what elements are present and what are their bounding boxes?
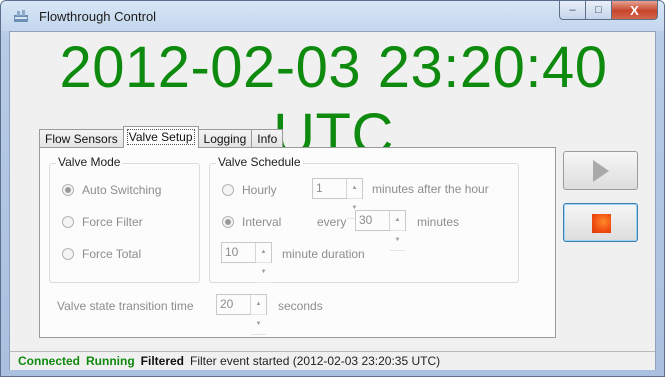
status-running: Running [86, 354, 135, 368]
hourly-minute-spinner[interactable]: 1 ▲ ▼ [312, 178, 363, 219]
tab-label: Valve Setup [126, 129, 195, 145]
spin-down-icon[interactable]: ▼ [390, 231, 405, 251]
duration-suffix: minute duration [282, 247, 365, 261]
title-bar[interactable]: Flowthrough Control – □ X [1, 1, 664, 31]
caption-buttons: – □ X [559, 1, 658, 21]
hourly-suffix: minutes after the hour [372, 182, 489, 196]
tab-label: Info [257, 132, 278, 146]
spinner-arrows[interactable]: ▲ ▼ [389, 211, 405, 251]
radio-label: Auto Switching [82, 183, 162, 197]
spinner-arrows[interactable]: ▲ ▼ [255, 243, 271, 283]
spinner-value: 30 [359, 213, 373, 227]
tab-info[interactable]: Info [251, 129, 284, 148]
force-total-radio[interactable]: Force Total [62, 247, 141, 261]
tab-label: Logging [203, 132, 247, 146]
spinner-value: 10 [225, 245, 239, 259]
status-connected: Connected [18, 354, 81, 368]
spin-down-icon[interactable]: ▼ [256, 263, 271, 283]
radio-label: Hourly [242, 183, 277, 197]
tab-logging[interactable]: Logging [197, 129, 253, 148]
radio-indicator [62, 248, 74, 260]
spin-up-icon[interactable]: ▲ [256, 243, 271, 263]
interval-suffix: minutes [417, 215, 460, 229]
valve-schedule-title: Valve Schedule [216, 155, 303, 169]
spinner-arrows[interactable]: ▲ ▼ [346, 179, 362, 219]
spinner-value: 20 [220, 297, 234, 311]
status-mode: Filtered [140, 354, 185, 368]
play-icon [593, 160, 609, 182]
radio-indicator [222, 216, 234, 228]
app-icon [14, 10, 28, 22]
tab-flow-sensors[interactable]: Flow Sensors [39, 129, 124, 148]
valve-mode-group: Valve Mode Auto Switching Force Filter F… [49, 155, 200, 283]
status-bar: Connected Running Filtered Filter event … [10, 351, 655, 370]
valve-setup-panel: Valve Mode Auto Switching Force Filter F… [39, 147, 556, 338]
window-title: Flowthrough Control [39, 9, 157, 24]
force-filter-radio[interactable]: Force Filter [62, 215, 143, 229]
spin-up-icon[interactable]: ▲ [390, 211, 405, 231]
radio-label: Interval [242, 215, 282, 229]
spinner-value: 1 [316, 181, 323, 195]
radio-indicator [222, 184, 234, 196]
spinner-arrows[interactable]: ▲ ▼ [250, 295, 266, 335]
minimize-button[interactable]: – [559, 1, 586, 20]
spin-up-icon[interactable]: ▲ [347, 179, 362, 199]
interval-spinner[interactable]: 30 ▲ ▼ [355, 210, 406, 251]
transition-suffix: seconds [278, 299, 323, 313]
valve-schedule-group: Valve Schedule Hourly 1 ▲ ▼ minutes afte… [209, 155, 519, 283]
radio-indicator [62, 184, 74, 196]
duration-spinner[interactable]: 10 ▲ ▼ [221, 242, 272, 283]
interval-radio[interactable]: Interval [222, 215, 281, 229]
stop-button[interactable] [563, 203, 638, 242]
app-window: Flowthrough Control – □ X 2012-02-03 23:… [0, 0, 665, 377]
auto-switching-radio[interactable]: Auto Switching [62, 183, 161, 197]
client-area: 2012-02-03 23:20:40 UTC Flow Sensors Val… [9, 31, 656, 370]
status-message: Filter event started (2012-02-03 23:20:3… [190, 354, 441, 368]
maximize-button[interactable]: □ [586, 1, 612, 20]
interval-prefix: every [317, 215, 347, 229]
radio-indicator [62, 216, 74, 228]
tab-valve-setup[interactable]: Valve Setup [122, 126, 199, 148]
spin-up-icon[interactable]: ▲ [251, 295, 266, 315]
valve-mode-title: Valve Mode [56, 155, 123, 169]
close-button[interactable]: X [612, 1, 658, 20]
tab-label: Flow Sensors [45, 132, 118, 146]
start-button[interactable] [563, 151, 638, 190]
tab-strip: Flow Sensors Valve Setup Logging Info [39, 126, 284, 148]
transition-label: Valve state transition time [57, 299, 194, 313]
transition-spinner[interactable]: 20 ▲ ▼ [216, 294, 267, 335]
stop-icon [592, 214, 611, 233]
spin-down-icon[interactable]: ▼ [251, 315, 266, 335]
radio-label: Force Filter [82, 215, 143, 229]
hourly-radio[interactable]: Hourly [222, 183, 277, 197]
radio-label: Force Total [82, 247, 142, 261]
